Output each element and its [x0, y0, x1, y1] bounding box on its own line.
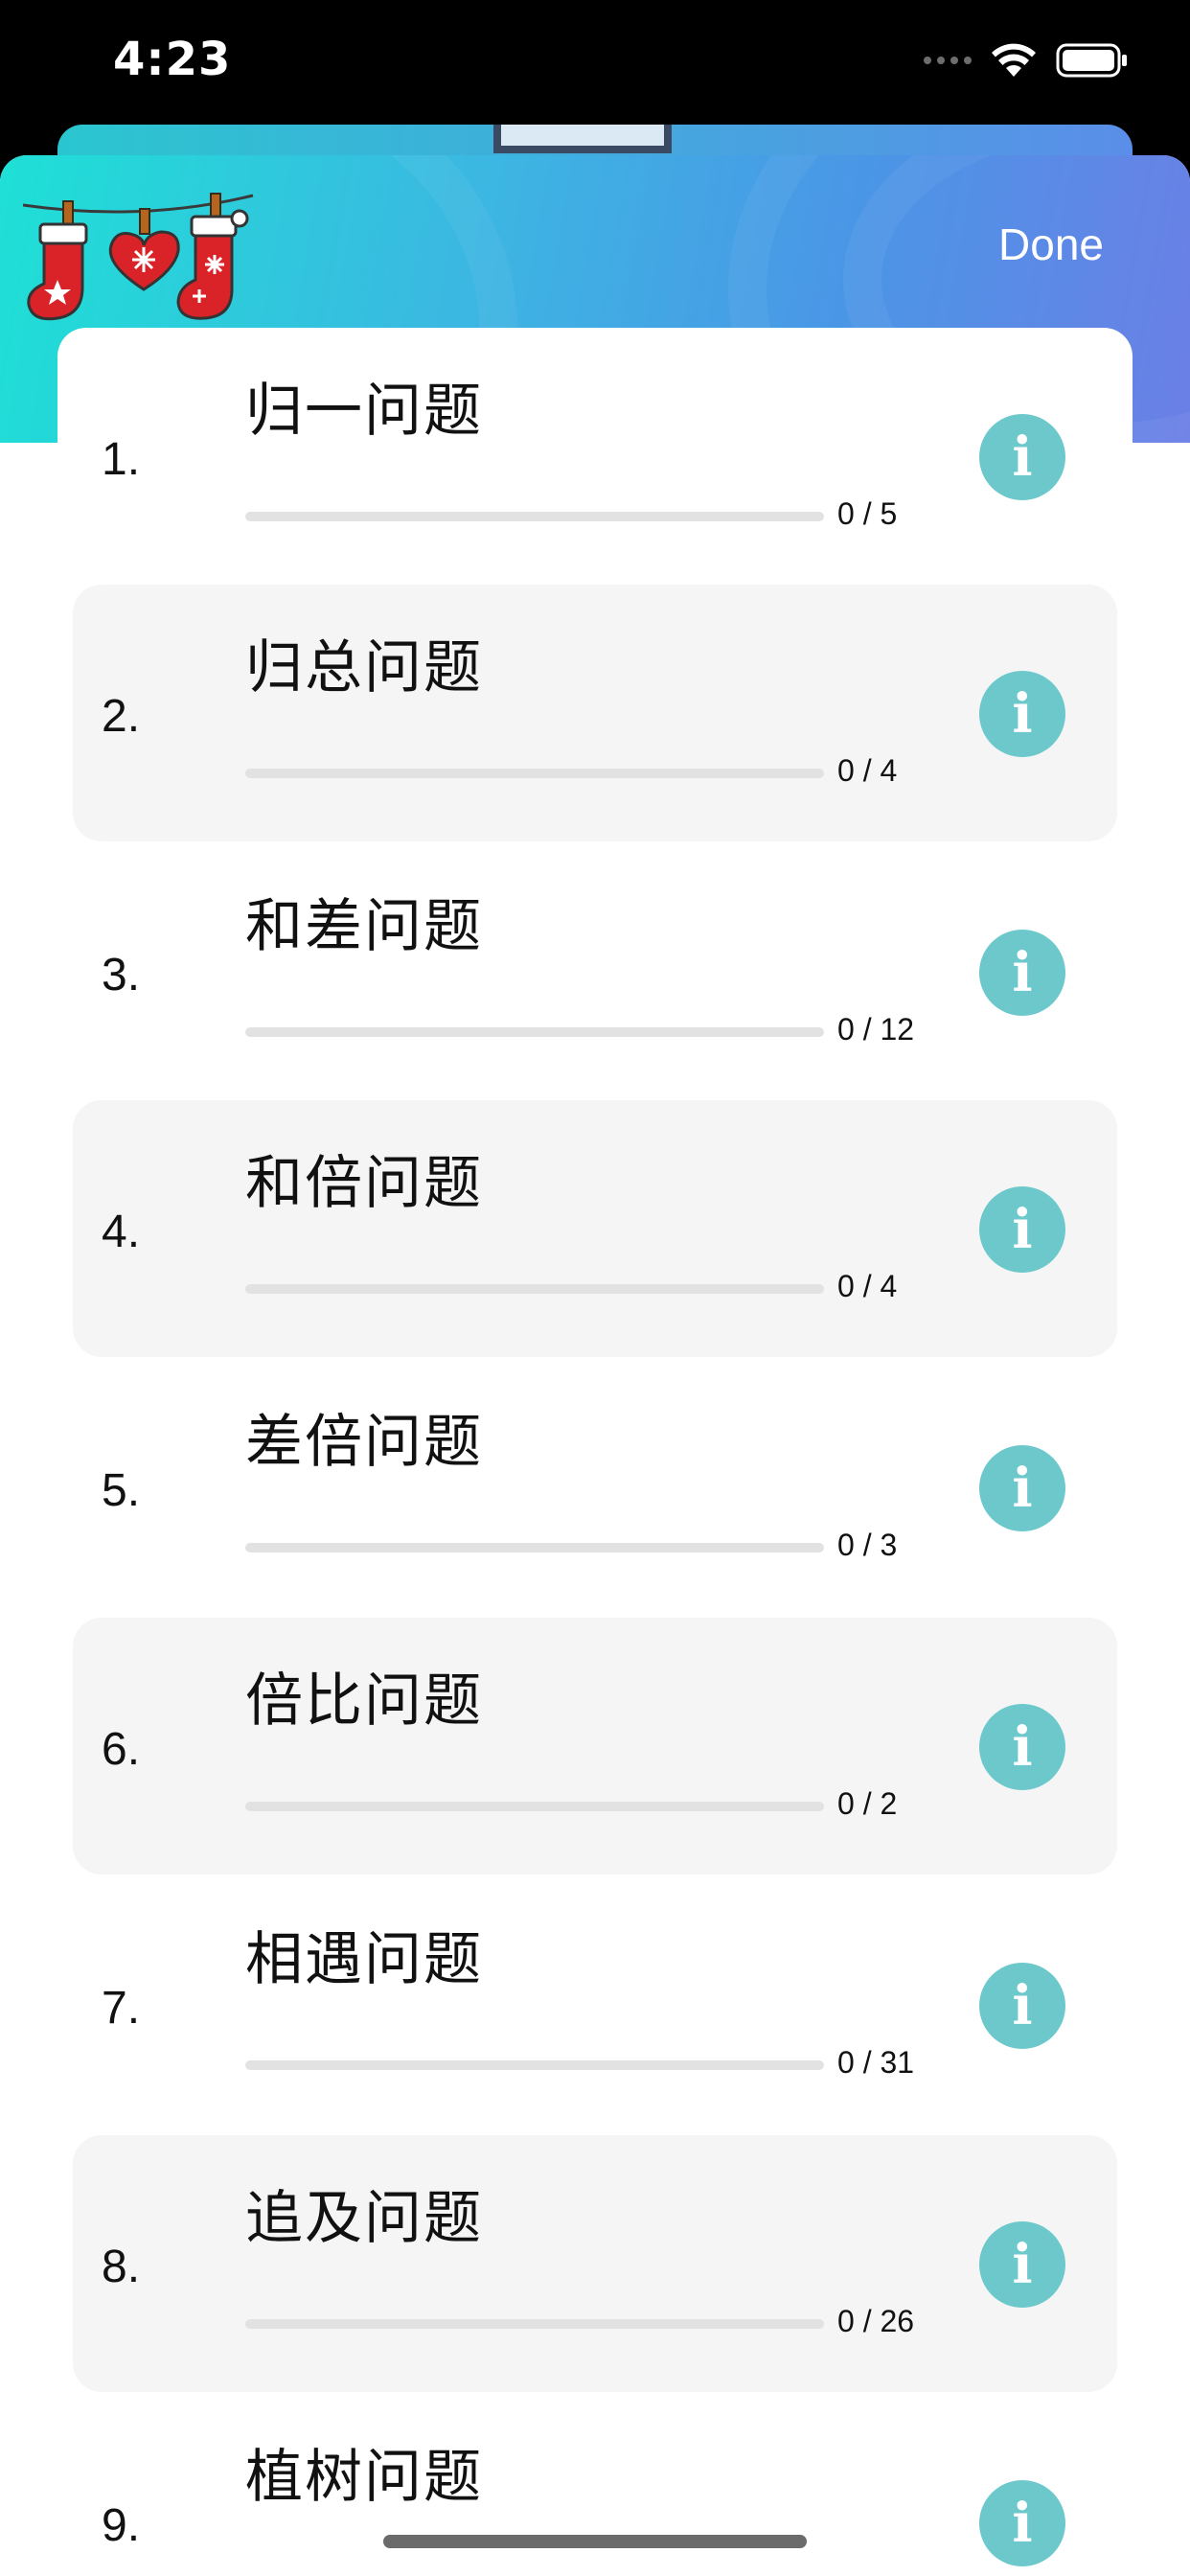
progress-bar	[245, 2319, 824, 2329]
item-number: 9.	[102, 2500, 141, 2551]
home-indicator[interactable]	[383, 2535, 807, 2548]
wifi-icon	[992, 43, 1036, 77]
screen: 4:23 Done 1. 归一问题 0 / 5 i 2. 归总问题 0 / 4 …	[0, 0, 1190, 2576]
info-icon[interactable]: i	[979, 414, 1065, 500]
item-title: 相遇问题	[245, 1926, 483, 1993]
modal-sheet: Done 1. 归一问题 0 / 5 i 2. 归总问题 0 / 4 i 3. …	[0, 155, 1190, 2576]
item-title: 差倍问题	[245, 1409, 483, 1476]
progress-bar	[245, 1543, 824, 1552]
progress-count: 0 / 3	[837, 1528, 898, 1562]
item-number: 8.	[102, 2242, 141, 2292]
item-title: 和差问题	[245, 893, 483, 960]
progress-bar	[245, 769, 824, 778]
info-icon[interactable]: i	[979, 1963, 1065, 2049]
item-title: 追及问题	[245, 2185, 483, 2252]
info-icon[interactable]: i	[979, 671, 1065, 757]
progress-bar	[245, 1284, 824, 1294]
progress-bar	[245, 512, 824, 521]
list-item[interactable]: 7. 相遇问题 0 / 31 i	[73, 1876, 1117, 2133]
item-number: 6.	[102, 1724, 141, 1775]
list-item[interactable]: 2. 归总问题 0 / 4 i	[73, 585, 1117, 841]
item-title: 植树问题	[245, 2444, 483, 2511]
battery-icon	[1056, 43, 1127, 78]
info-icon[interactable]: i	[979, 1445, 1065, 1531]
christmas-stockings-icon	[23, 193, 254, 321]
info-icon[interactable]: i	[979, 930, 1065, 1016]
item-title: 归一问题	[245, 378, 483, 445]
background-window-illustration	[493, 125, 672, 153]
list-item[interactable]: 6. 倍比问题 0 / 2 i	[73, 1618, 1117, 1874]
done-button[interactable]: Done	[998, 218, 1104, 270]
progress-count: 0 / 4	[837, 1269, 898, 1303]
info-icon[interactable]: i	[979, 2221, 1065, 2308]
item-number: 4.	[102, 1207, 141, 1257]
item-number: 3.	[102, 950, 141, 1000]
progress-bar	[245, 1027, 824, 1037]
progress-bar	[245, 2060, 824, 2070]
item-number: 2.	[102, 691, 141, 742]
item-number: 1.	[102, 434, 141, 485]
info-icon[interactable]: i	[979, 2480, 1065, 2566]
progress-bar	[245, 1802, 824, 1811]
list-item[interactable]: 9. 植树问题 i	[73, 2394, 1117, 2576]
info-icon[interactable]: i	[979, 1186, 1065, 1273]
status-icons	[924, 42, 1129, 79]
list-item[interactable]: 4. 和倍问题 0 / 4 i	[73, 1100, 1117, 1357]
list-item[interactable]: 3. 和差问题 0 / 12 i	[73, 843, 1117, 1100]
list-item[interactable]: 8. 追及问题 0 / 26 i	[73, 2135, 1117, 2392]
progress-count: 0 / 12	[837, 1012, 915, 1046]
item-number: 5.	[102, 1465, 141, 1516]
item-title: 倍比问题	[245, 1668, 483, 1735]
topic-list: 1. 归一问题 0 / 5 i 2. 归总问题 0 / 4 i 3. 和差问题 …	[57, 328, 1133, 2576]
cellular-signal-icon	[924, 57, 972, 64]
progress-count: 0 / 26	[837, 2304, 915, 2338]
info-icon[interactable]: i	[979, 1704, 1065, 1790]
status-bar: 4:23	[0, 0, 1190, 125]
item-title: 归总问题	[245, 634, 483, 702]
progress-count: 0 / 5	[837, 496, 898, 531]
item-title: 和倍问题	[245, 1150, 483, 1217]
item-number: 7.	[102, 1983, 141, 2034]
progress-count: 0 / 31	[837, 2045, 915, 2080]
progress-count: 0 / 4	[837, 753, 898, 788]
status-time: 4:23	[113, 33, 232, 86]
list-item[interactable]: 5. 差倍问题 0 / 3 i	[73, 1359, 1117, 1616]
list-item[interactable]: 1. 归一问题 0 / 5 i	[73, 328, 1117, 585]
progress-count: 0 / 2	[837, 1786, 898, 1821]
